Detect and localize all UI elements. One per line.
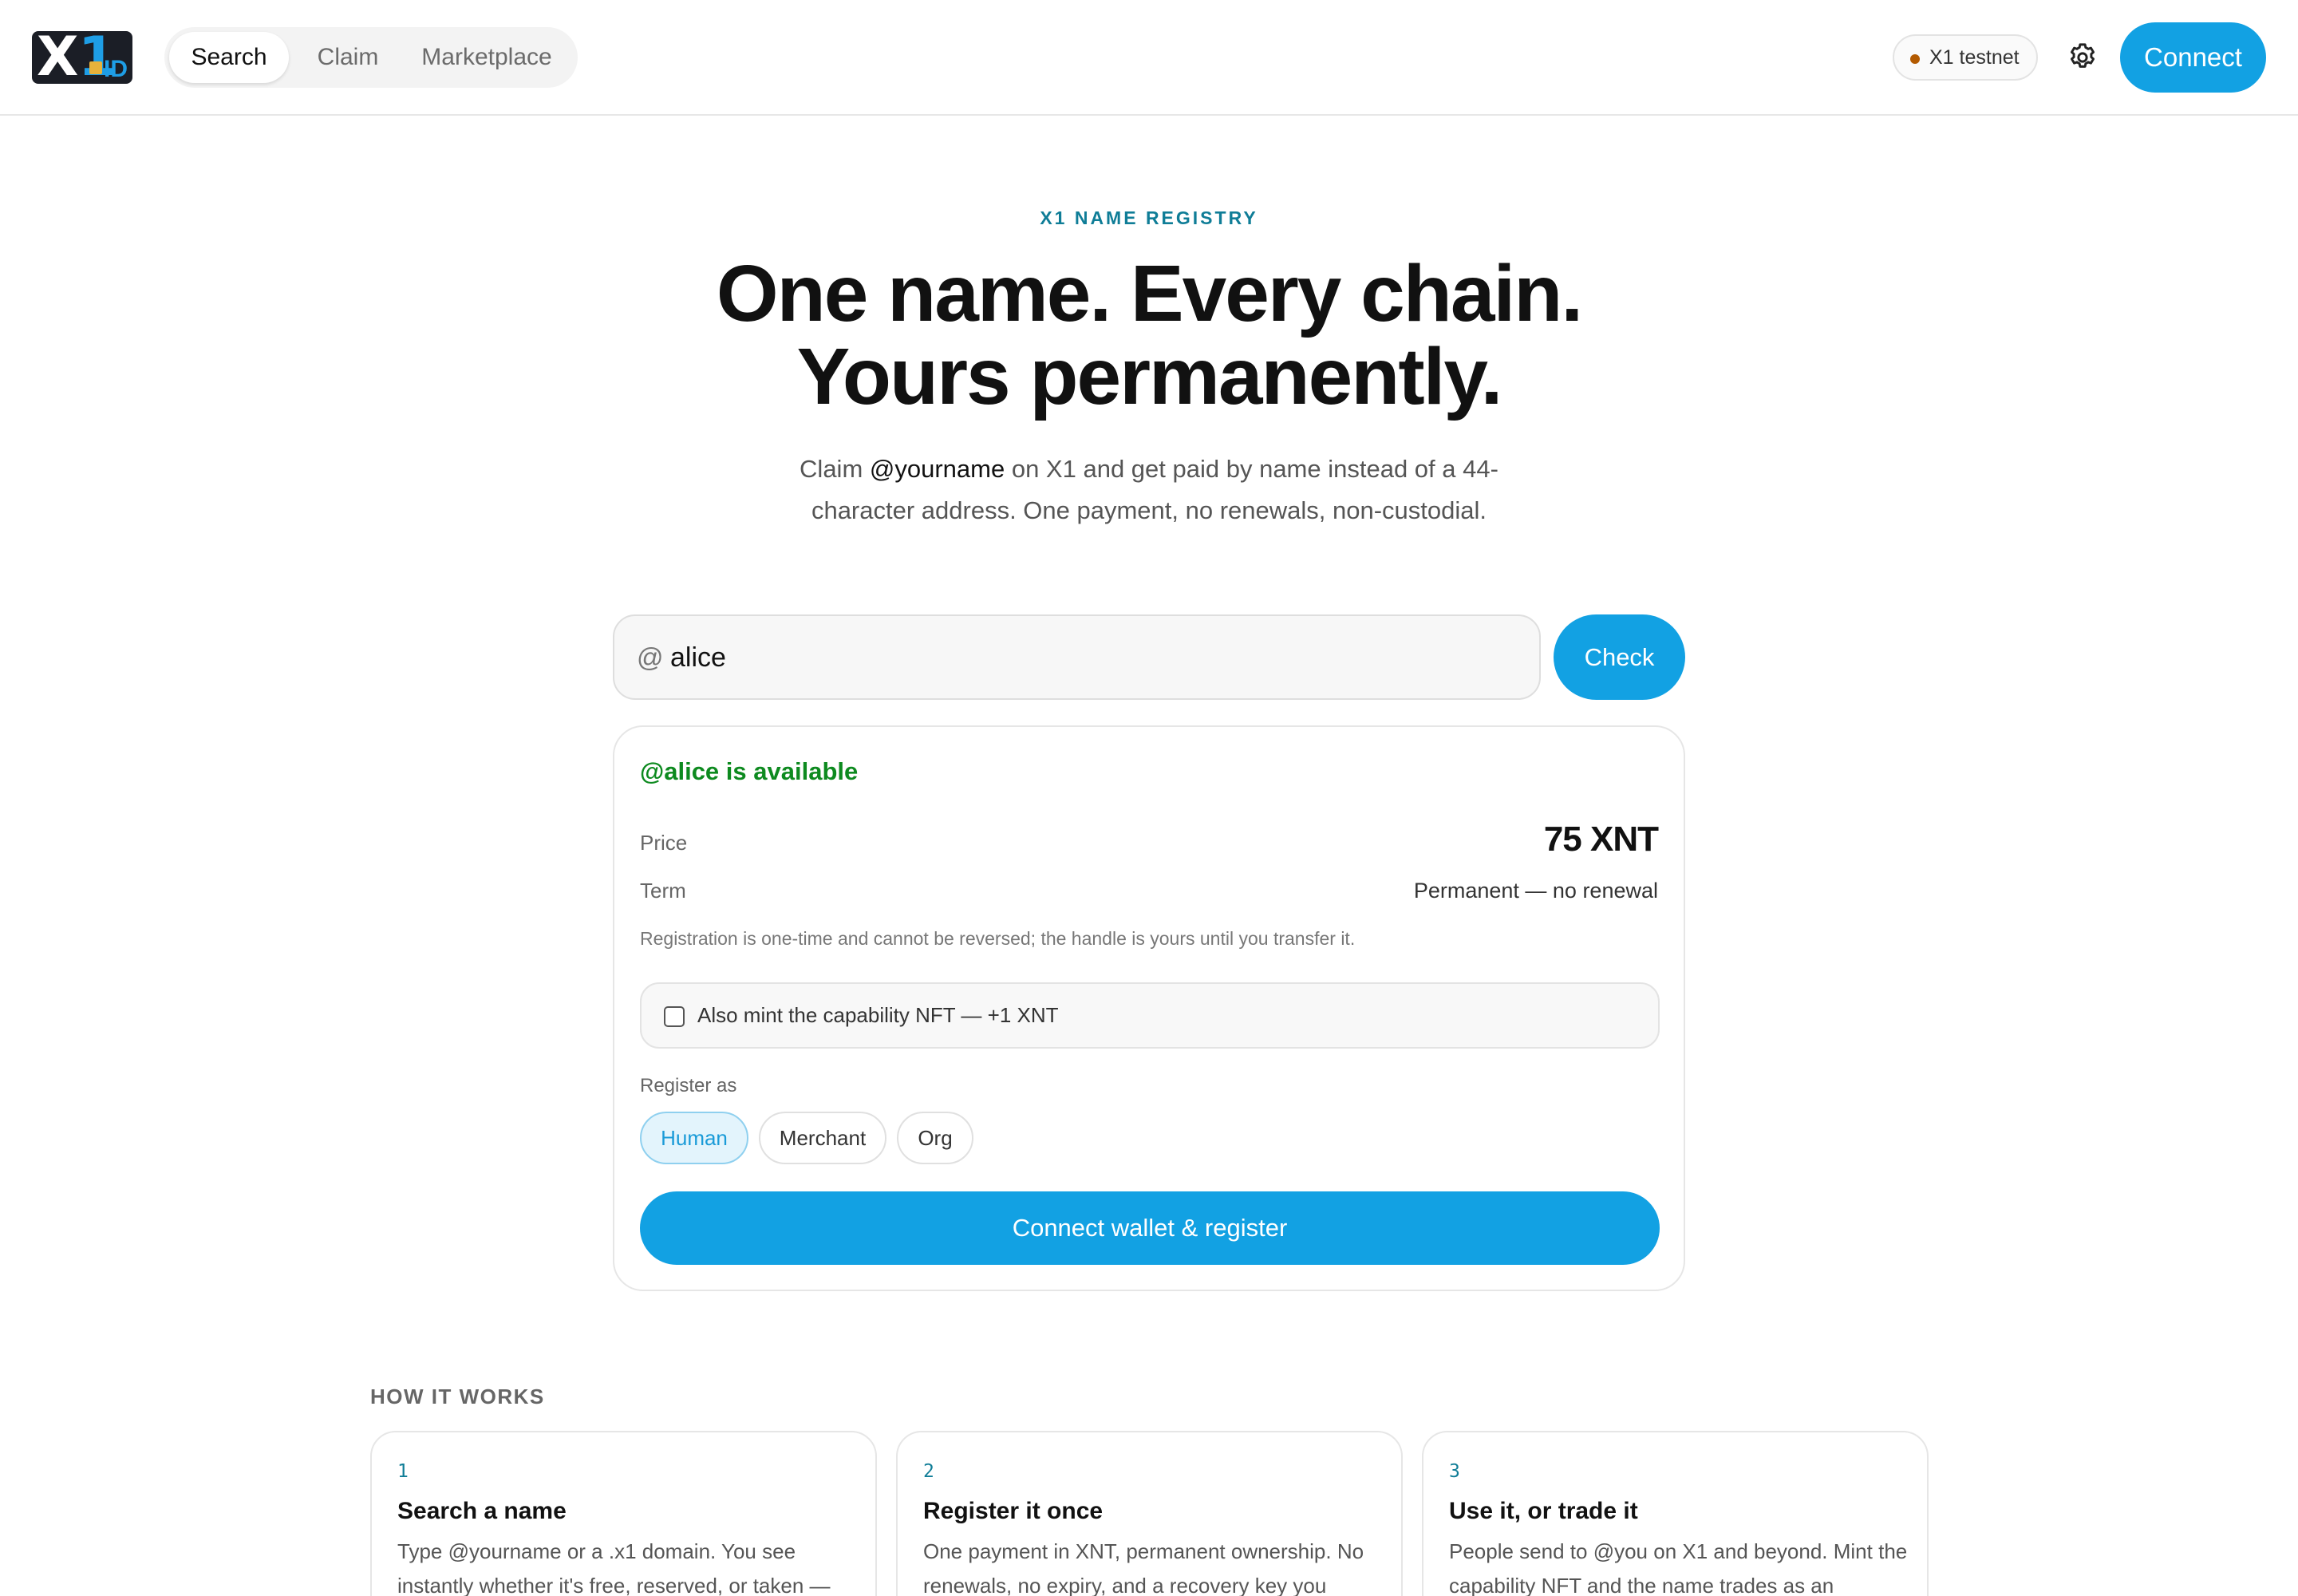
how-it-works-heading: HOW IT WORKS: [370, 1385, 545, 1408]
network-status-dot: [1910, 54, 1920, 64]
step-description: One payment in XNT, permanent ownership.…: [923, 1539, 1364, 1596]
availability-result-card: @alice is available Price 75 XNT Term Pe…: [613, 725, 1685, 1291]
mint-nft-option[interactable]: Also mint the capability NFT — +1 XNT: [640, 982, 1660, 1049]
step-card: 1 Search a name Type @yourname or a .x1 …: [370, 1431, 877, 1596]
logo-id-mark: ID: [104, 56, 128, 82]
register-as-merchant-chip[interactable]: Merchant: [759, 1112, 886, 1164]
top-header: X 1 ID Search Claim Marketplace X1 testn…: [0, 0, 2298, 116]
at-prefix: @: [637, 642, 664, 672]
step-title: Use it, or trade it: [1449, 1498, 1638, 1524]
network-name: X1 testnet: [1929, 46, 2020, 69]
mint-nft-checkbox[interactable]: [664, 1006, 685, 1027]
subtitle-pre: Claim: [800, 455, 870, 483]
registry-eyebrow: X1 NAME REGISTRY: [1040, 207, 1258, 228]
step-description: People send to @you on X1 and beyond. Mi…: [1449, 1539, 1908, 1596]
name-search-field: @: [613, 614, 1541, 700]
price-value: 75 XNT: [1543, 820, 1659, 859]
x1-id-logo[interactable]: X 1 ID: [32, 31, 132, 84]
step-number: 3: [1449, 1461, 1460, 1482]
register-as-label: Register as: [640, 1075, 737, 1096]
step-description: Type @yourname or a .x1 domain. You see …: [397, 1539, 831, 1596]
name-search-input[interactable]: [670, 632, 1516, 683]
chip-icon: [89, 61, 102, 74]
step-card: 3 Use it, or trade it People send to @yo…: [1422, 1431, 1929, 1596]
register-as-org-chip[interactable]: Org: [897, 1112, 973, 1164]
step-number: 2: [923, 1461, 934, 1482]
mint-nft-label: Also mint the capability NFT — +1 XNT: [697, 1003, 1059, 1027]
term-value: Permanent — no renewal: [1413, 879, 1658, 903]
term-label: Term: [640, 879, 686, 903]
network-badge[interactable]: X1 testnet: [1893, 34, 2038, 81]
headline-line-1: One name. Every chain.: [716, 249, 1583, 338]
step-title: Search a name: [397, 1498, 567, 1524]
check-button[interactable]: Check: [1554, 614, 1685, 700]
tab-claim[interactable]: Claim: [298, 32, 397, 83]
step-title: Register it once: [923, 1498, 1104, 1524]
subtitle-handle: @yourname: [869, 455, 1005, 483]
price-label: Price: [640, 831, 688, 855]
page-headline: One name. Every chain. Yours permanently…: [0, 252, 2298, 418]
headline-line-2: Yours permanently.: [796, 332, 1503, 421]
step-card: 2 Register it once One payment in XNT, p…: [896, 1431, 1403, 1596]
hero-subtitle: Claim @yourname on X1 and get paid by na…: [790, 448, 1508, 531]
register-as-human-chip[interactable]: Human: [640, 1112, 748, 1164]
connect-button[interactable]: Connect: [2120, 22, 2266, 93]
step-number: 1: [397, 1461, 409, 1482]
registration-note: Registration is one-time and cannot be r…: [640, 928, 1356, 949]
tab-search[interactable]: Search: [169, 32, 289, 83]
availability-status: @alice is available: [640, 757, 859, 785]
logo-x-mark: X: [37, 31, 78, 84]
settings-gear-icon[interactable]: [2065, 40, 2100, 75]
main-nav: Search Claim Marketplace: [164, 27, 578, 88]
tab-marketplace[interactable]: Marketplace: [404, 32, 570, 83]
connect-wallet-register-button[interactable]: Connect wallet & register: [640, 1191, 1660, 1265]
